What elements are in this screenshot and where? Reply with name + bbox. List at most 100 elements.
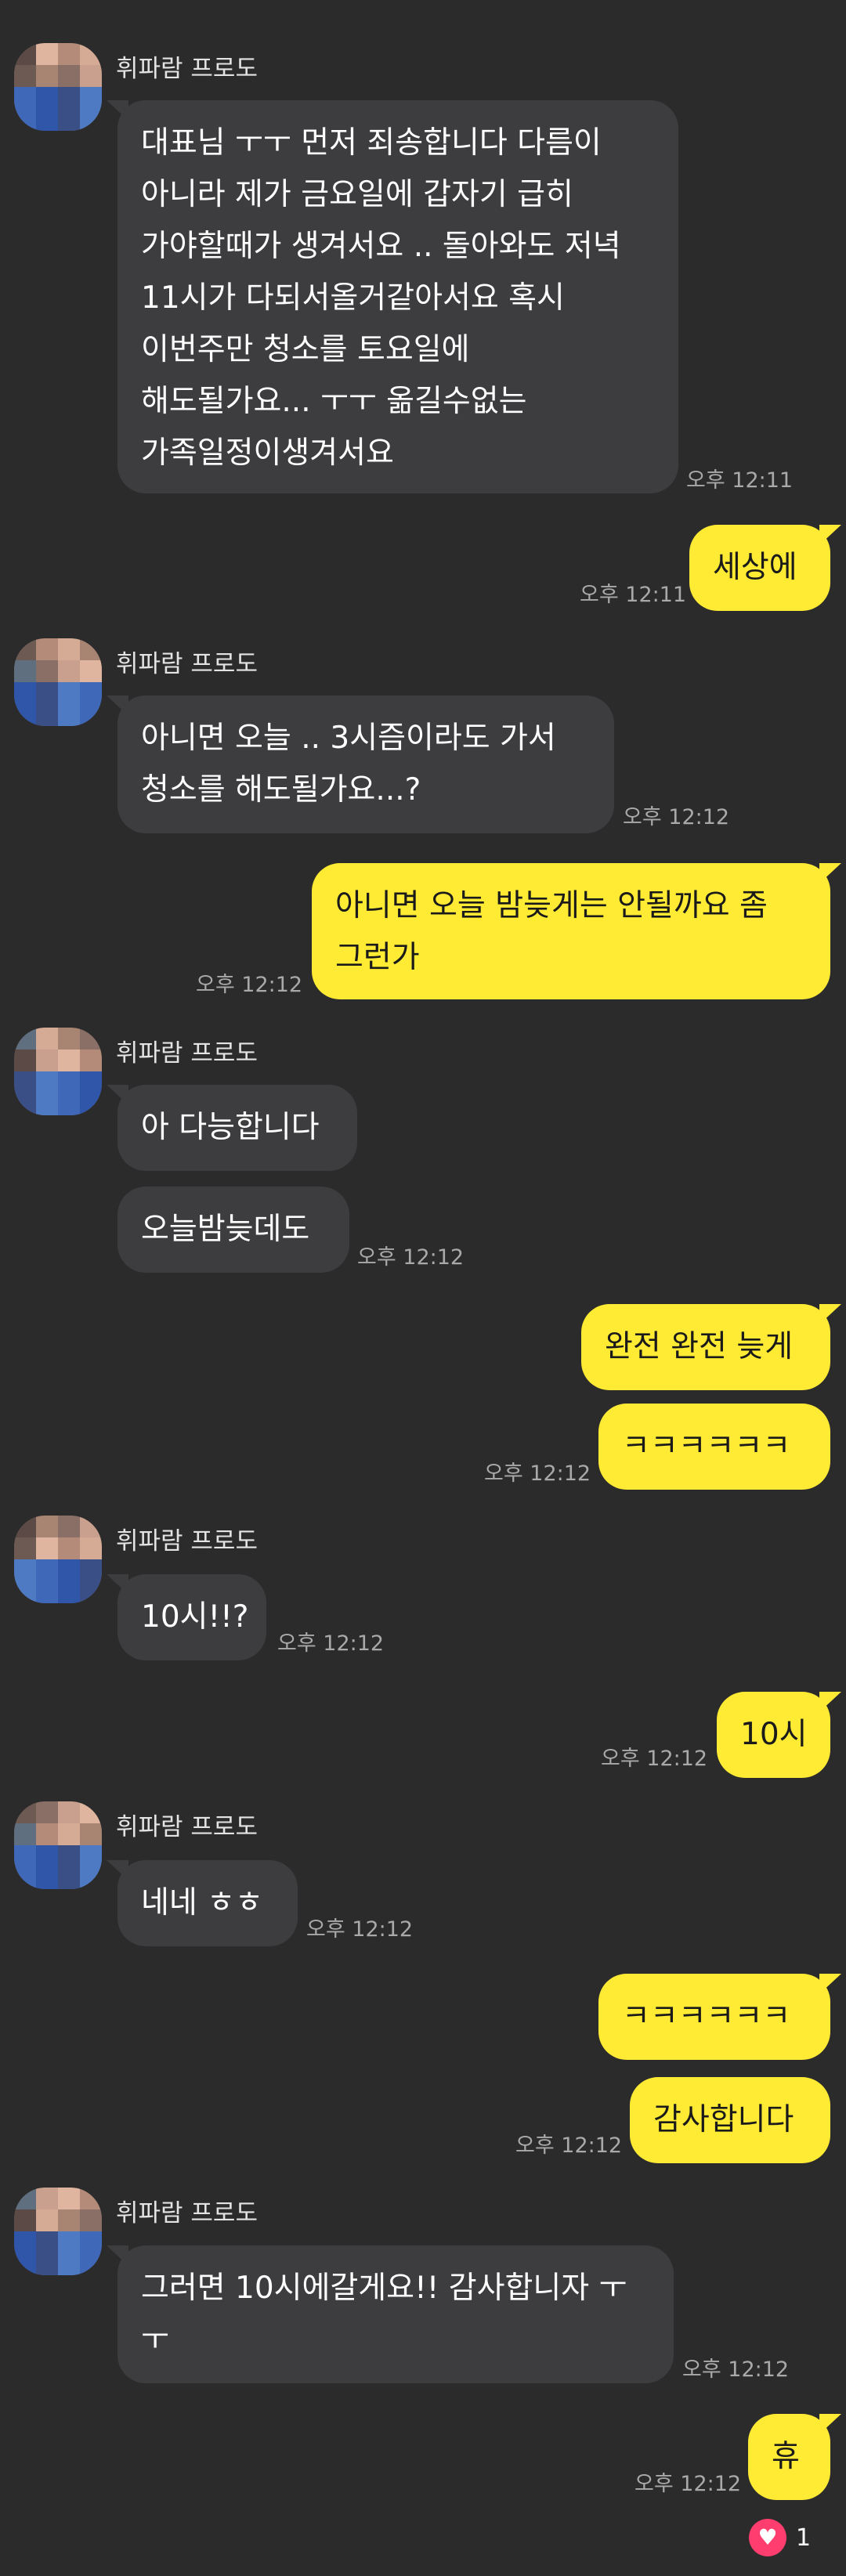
message-line: 휴 [772,2439,800,2474]
avatar-pixel [14,660,36,682]
avatar-pixel [36,1071,58,1093]
avatar-pixel [58,1071,80,1093]
avatar-pixel [58,638,80,660]
message-bubble-sent[interactable]: 세상에 [689,525,841,611]
message-bubble-sent[interactable]: 감사합니다 [630,2077,830,2163]
message-line: ㅋㅋㅋㅋㅋㅋ [622,1999,791,2034]
message-line: 오늘밤늦데도 [141,1212,310,1247]
avatar-pixel [36,2209,58,2231]
message-timestamp: 오후 12:12 [601,1747,708,1771]
avatar[interactable] [14,43,102,131]
avatar[interactable] [14,1801,102,1889]
avatar-pixel [14,2188,36,2209]
message-bubble-sent[interactable]: ㅋㅋㅋㅋㅋㅋ [598,1974,841,2060]
avatar-pixel [36,2188,58,2209]
avatar-pixel [14,109,36,131]
message-bubble-received[interactable]: 대표님 ㅜㅜ 먼저 죄송합니다 다름이 아니라 제가 금요일에 갑자기 급히 가… [107,100,678,493]
message-reaction[interactable]: ♥ 1 [749,2516,811,2560]
avatar-pixel [14,1028,36,1050]
avatar-pixel [58,1093,80,1115]
message-bubble-received[interactable]: 오늘밤늦데도 [118,1187,349,1273]
message-bubble-sent[interactable]: 아니면 오늘 밤늦게는 안될까요 좀 그런가 [312,863,841,999]
avatar-pixel [14,1050,36,1071]
avatar-pixel [36,65,58,87]
message-line: 해도될가요... ㅜㅜ 옮길수없는 [141,384,527,419]
message-line: 그런가 [335,940,420,975]
message-timestamp: 오후 12:12 [306,1917,414,1942]
avatar-pixel [36,1516,58,1537]
avatar-pixel [58,1845,80,1867]
message-line: 대표님 ㅜㅜ 먼저 죄송합니다 다름이 [141,125,602,161]
message-timestamp: 오후 12:12 [484,1461,591,1486]
avatar-pixel [14,2209,36,2231]
avatar-pixel [14,1537,36,1559]
avatar-pixel [80,2253,102,2275]
avatar-pixel [58,682,80,704]
avatar-pixel [80,682,102,704]
message-bubble-received[interactable]: 아니면 오늘 .. 3시즘이라도 가서 청소를 해도될가요...? [107,695,614,833]
avatar[interactable] [14,1516,102,1603]
message-bubble-sent[interactable]: 10시 [717,1692,841,1778]
message-line: 아니면 오늘 밤늦게는 안될까요 좀 [335,888,768,923]
avatar-pixel [36,638,58,660]
avatar-pixel [80,109,102,131]
message-bubble-sent[interactable]: ㅋㅋㅋㅋㅋㅋ [598,1404,830,1490]
avatar-pixel [58,1028,80,1050]
avatar-pixel [80,2231,102,2253]
avatar-pixel [14,1845,36,1867]
avatar-pixel [80,1581,102,1603]
avatar-pixel [36,1801,58,1823]
message-bubble-received[interactable]: 아 다능합니다 [107,1085,357,1171]
avatar[interactable] [14,1028,102,1115]
avatar-pixel [36,1867,58,1889]
avatar[interactable] [14,638,102,726]
avatar-pixel [14,1071,36,1093]
avatar-pixel [36,43,58,65]
avatar-pixel [80,1516,102,1537]
message-bubble-received[interactable]: 10시!!? [107,1574,266,1660]
message-line: 가야할때가 생겨서요 .. 돌아와도 저녁 [141,229,621,264]
avatar-pixel [36,1537,58,1559]
sender-name: 휘파람 프로도 [116,1039,258,1068]
avatar-pixel [58,1516,80,1537]
avatar-pixel [80,2209,102,2231]
avatar[interactable] [14,2188,102,2275]
avatar-pixel [80,1559,102,1581]
avatar-pixel [14,1823,36,1845]
avatar-pixel [80,2188,102,2209]
message-timestamp: 오후 12:12 [634,2472,742,2496]
message-line: 10시!!? [141,1599,249,1635]
avatar-pixel [14,1093,36,1115]
message-bubble-received[interactable]: 그러면 10시에갈게요!! 감사합니자 ㅜ ㅜ [107,2245,674,2383]
message-timestamp: 오후 12:12 [682,2357,790,2382]
avatar-pixel [36,1581,58,1603]
message-bubble-sent[interactable]: 완전 완전 늦게 [581,1304,841,1390]
avatar-pixel [80,638,102,660]
sender-name: 휘파람 프로도 [116,55,258,83]
message-line: 이번주만 청소를 토요일에 [141,332,470,367]
avatar-pixel [80,660,102,682]
avatar-pixel [58,109,80,131]
avatar-pixel [36,1050,58,1071]
message-bubble-received[interactable]: 네네 ㅎㅎ [107,1860,298,1946]
message-line: 10시 [740,1717,808,1752]
sender-name: 휘파람 프로도 [116,1527,258,1555]
avatar-pixel [80,65,102,87]
avatar-pixel [80,1537,102,1559]
message-timestamp: 오후 12:12 [357,1245,465,1270]
message-line: 아니면 오늘 .. 3시즘이라도 가서 [141,721,556,756]
avatar-pixel [58,1537,80,1559]
avatar-pixel [14,2253,36,2275]
avatar-pixel [58,87,80,109]
message-line: 아니라 제가 금요일에 갑자기 급히 [141,177,573,212]
avatar-pixel [80,1028,102,1050]
message-line: ㅜ [141,2322,169,2357]
avatar-pixel [80,1845,102,1867]
avatar-pixel [80,1050,102,1071]
avatar-pixel [80,1867,102,1889]
avatar-pixel [58,1801,80,1823]
message-timestamp: 오후 12:11 [580,583,687,607]
message-bubble-sent[interactable]: 휴 [748,2414,841,2500]
avatar-pixel [58,704,80,726]
avatar-pixel [36,704,58,726]
